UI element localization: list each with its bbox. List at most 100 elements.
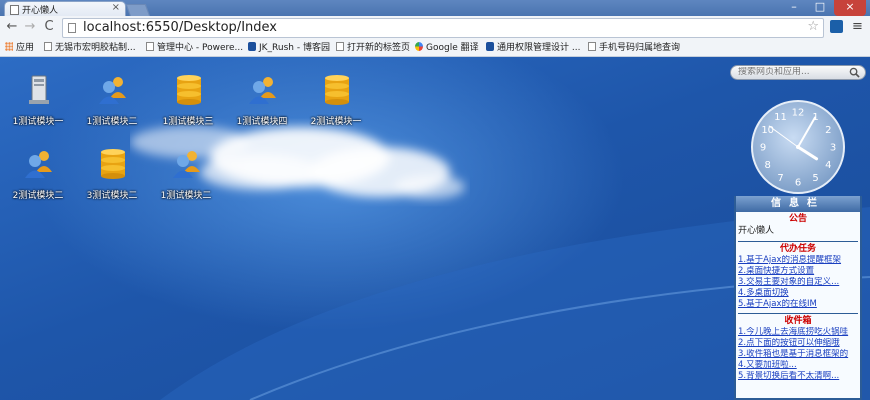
bookmark-label: 打开新的标签页 (347, 43, 411, 53)
users-icon (25, 151, 52, 178)
page-favicon-icon (10, 5, 19, 15)
clock-caption (750, 93, 764, 97)
clock-numeral: 5 (812, 173, 818, 184)
clock-numeral: 8 (765, 160, 771, 171)
bookmark-label: Google 翻译 (426, 43, 479, 53)
todo-link[interactable]: 3.交易主要对象的自定义... (736, 277, 860, 288)
desktop-icon-label: 1测试模块三 (162, 117, 214, 127)
browser-tab[interactable]: 开心懒人 × (4, 1, 126, 16)
clock-numeral: 6 (795, 178, 801, 189)
desktop-icon-label: 3测试模块二 (86, 191, 138, 201)
desktop-icon-label: 1测试模块二 (160, 191, 212, 201)
todo-link[interactable]: 1.基于Ajax的消息提醒框架 (736, 255, 860, 266)
desktop-icon-label: 2测试模块二 (12, 191, 64, 201)
desktop-icon[interactable]: 2测试模块二 (8, 143, 68, 209)
google-icon (415, 42, 423, 51)
clock-numeral: 7 (777, 173, 783, 184)
forward-arrow-icon[interactable]: → (21, 19, 39, 34)
bookmark-label: 通用权限管理设计 ... (497, 43, 581, 53)
bookmark-item[interactable]: JK_Rush - 博客园 (248, 41, 330, 55)
bookmark-item[interactable]: 管理中心 - Powere... (146, 41, 243, 55)
browser-titlebar: 开心懒人 × – □ × (0, 0, 870, 17)
minimize-button[interactable]: – (782, 0, 806, 16)
maximize-button[interactable]: □ (808, 0, 832, 16)
users-icon (99, 77, 126, 104)
todo-section-title: 代办任务 (779, 244, 816, 254)
section-divider (738, 241, 858, 242)
inbox-link[interactable]: 1.今儿晚上去海底捞吃火锅哇 (736, 327, 860, 338)
bookmark-apps[interactable]: 应用 (5, 41, 34, 55)
todo-link[interactable]: 5.基于Ajax的在线IM (736, 299, 860, 310)
section-divider (738, 313, 858, 314)
analog-clock: 121234567891011 (751, 100, 845, 194)
desktop-icon[interactable]: 1测试模块三 (158, 69, 218, 135)
search-box[interactable] (730, 65, 866, 80)
bookmarks-bar: 应用 无锡市宏明胶粘制... 管理中心 - Powere... JK_Rush … (0, 40, 870, 57)
menu-icon[interactable]: ≡ (852, 19, 863, 34)
clock-numeral: 11 (774, 112, 787, 123)
bookmark-label: JK_Rush - 博客园 (259, 43, 330, 53)
tab-title: 开心懒人 (22, 6, 59, 16)
info-panel: 信息栏 公告 开心懒人 代办任务 1.基于Ajax的消息提醒框架 2.桌面快捷方… (734, 196, 862, 400)
desktop-icon[interactable]: 1测试模块二 (156, 143, 216, 209)
computer-icon (29, 75, 49, 104)
star-icon[interactable]: ☆ (807, 19, 819, 34)
bookmark-item[interactable]: 通用权限管理设计 ... (486, 41, 580, 55)
clock-numeral: 2 (825, 125, 831, 136)
clock-numeral: 9 (760, 143, 766, 154)
info-panel-title[interactable]: 信息栏 (736, 196, 860, 212)
page-icon (68, 23, 76, 33)
apps-grid-icon (5, 42, 13, 51)
database-icon (177, 75, 201, 105)
page-icon (146, 42, 154, 51)
clock-numeral: 10 (761, 125, 774, 136)
search-input[interactable] (738, 67, 843, 77)
k-logo-icon (486, 42, 494, 51)
inbox-link[interactable]: 3.收件箱也是基于消息框架的 (736, 349, 860, 360)
back-arrow-icon[interactable]: ← (3, 19, 21, 34)
k-logo-icon (248, 42, 256, 51)
database-icon (101, 149, 125, 179)
todo-link[interactable]: 4.多桌面切换 (736, 288, 860, 299)
notice-section-title: 公告 (788, 214, 807, 224)
bookmark-item[interactable]: 手机号码归属地查询 (588, 41, 680, 55)
browser-toolbar: ← → C localhost:6550/Desktop/Index ☆ ≡ (0, 16, 870, 41)
bookmark-item[interactable]: Google 翻译 (415, 41, 479, 55)
page-icon (44, 42, 52, 51)
users-icon (173, 151, 200, 178)
bookmark-label: 手机号码归属地查询 (599, 43, 681, 53)
reload-icon[interactable]: C (40, 19, 58, 34)
desktop-icon[interactable]: 1测试模块一 (8, 69, 68, 135)
bookmark-item[interactable]: 打开新的标签页 (336, 41, 410, 55)
database-icon (325, 75, 349, 105)
extension-icon[interactable] (830, 20, 843, 33)
inbox-link[interactable]: 2.点下面的按钮可以伸缩哦 (736, 338, 860, 349)
desktop-icon-label: 1测试模块四 (236, 117, 288, 127)
desktop-icon-label: 1测试模块一 (12, 117, 64, 127)
bookmark-item[interactable]: 无锡市宏明胶粘制... (44, 41, 136, 55)
url-text[interactable]: localhost:6550/Desktop/Index (83, 20, 277, 35)
todo-link[interactable]: 2.桌面快捷方式设置 (736, 266, 860, 277)
page-icon (588, 42, 596, 51)
inbox-section-title: 收件箱 (784, 316, 812, 326)
close-window-button[interactable]: × (834, 0, 866, 16)
desktop-icon[interactable]: 2测试模块一 (306, 69, 366, 135)
inbox-link[interactable]: 4.又要加班啦... (736, 360, 860, 371)
search-icon[interactable] (849, 67, 860, 78)
bookmark-label: 管理中心 - Powere... (157, 43, 244, 53)
users-icon (249, 77, 276, 104)
bookmark-label: 无锡市宏明胶粘制... (55, 43, 136, 53)
tab-close-icon[interactable]: × (112, 2, 120, 13)
desktop-icon[interactable]: 1测试模块二 (82, 69, 142, 135)
desktop-icon-label: 1测试模块二 (86, 117, 138, 127)
clock-numeral: 12 (792, 108, 805, 119)
page-icon (336, 42, 344, 51)
desktop-icon-label: 2测试模块一 (310, 117, 362, 127)
inbox-link[interactable]: 5.背景切换后看不太清啊... (736, 371, 860, 382)
address-bar[interactable]: localhost:6550/Desktop/Index ☆ (62, 18, 824, 38)
desktop-area: 1测试模块一 1测试模块二 1测试模块三 1测试模块四 2测试模块一 2测试模块… (0, 57, 870, 400)
desktop-icon[interactable]: 1测试模块四 (232, 69, 292, 135)
clock-numeral: 3 (830, 143, 836, 154)
notice-text: 开心懒人 (738, 226, 775, 236)
desktop-icon[interactable]: 3测试模块二 (82, 143, 142, 209)
